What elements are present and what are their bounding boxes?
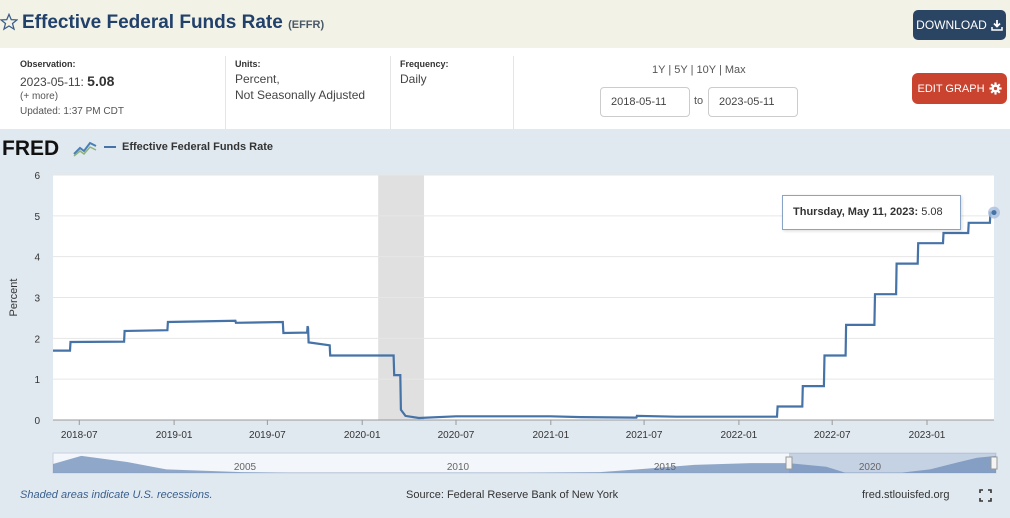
y-tick-label: 0 [34,416,40,427]
units-label: Units: [235,59,261,69]
units-line2: Not Seasonally Adjusted [235,88,366,102]
series-code: (EFFR) [288,19,325,31]
range-1y[interactable]: 1Y [652,64,665,76]
range-5y[interactable]: 5Y [674,64,687,76]
navigator-label: 2015 [654,462,677,473]
navigator-handle [785,456,793,470]
tooltip-date: Thursday, May 11, 2023: [793,206,919,218]
y-tick-label: 3 [34,294,40,305]
range-selector: 1Y | 5Y | 10Y | Max [652,64,746,76]
end-date-input[interactable]: 2023-05-11 [708,87,798,117]
page-header: Effective Federal Funds Rate (EFFR) DOWN… [0,0,1010,48]
navigator-selection [789,453,996,473]
navigator-label: 2020 [859,462,882,473]
site-link[interactable]: fred.stlouisfed.org [862,489,949,501]
svg-text:FRED: FRED [2,137,59,159]
download-label: DOWNLOAD [916,18,987,32]
x-tick-label: 2021-07 [626,430,663,441]
star-icon[interactable] [0,13,18,31]
edit-graph-button[interactable]: EDIT GRAPH [912,73,1007,104]
series-metadata: Observation: 2023-05-11: 5.08 (+ more) U… [0,48,1010,129]
y-tick-label: 1 [34,375,40,386]
navigator-label: 2010 [447,462,470,473]
frequency-label: Frequency: [400,59,449,69]
divider [513,56,514,129]
range-sep: | [690,64,694,76]
observation-value: 2023-05-11: 5.08 [20,73,124,89]
chart-legend: Effective Federal Funds Rate [104,141,273,153]
source-text: Source: Federal Reserve Bank of New York [406,489,619,501]
x-tick-label: 2019-01 [156,430,193,441]
navigator-handle [990,456,998,470]
y-tick-label: 2 [34,334,40,345]
edit-graph-label: EDIT GRAPH [917,82,985,95]
download-button[interactable]: DOWNLOAD [913,10,1006,40]
observation-date: 2023-05-11: [20,75,84,89]
x-tick-label: 2020-07 [438,430,475,441]
observation-label: Observation: [20,59,76,69]
units-block: Units: Percent, Not Seasonally Adjusted [235,59,365,140]
frequency-value: Daily [400,72,427,86]
observation-number: 5.08 [87,73,115,89]
legend-series-name: Effective Federal Funds Rate [122,141,273,153]
more-link[interactable]: (+ more) [20,89,124,104]
y-tick-label: 5 [34,212,40,223]
page-title: Effective Federal Funds Rate (EFFR) [22,12,324,34]
x-tick-label: 2022-01 [721,430,758,441]
legend-swatch [104,146,116,148]
range-sep: | [718,64,722,76]
y-axis-label: Percent [8,279,20,317]
x-tick-label: 2019-07 [249,430,286,441]
x-tick-label: 2020-01 [344,430,381,441]
download-icon [991,20,1003,31]
x-tick-label: 2022-07 [814,430,851,441]
x-tick-label: 2023-01 [909,430,946,441]
x-tick-label: 2018-07 [61,430,98,441]
range-sep: | [668,64,672,76]
to-label: to [694,95,704,107]
range-10y[interactable]: 10Y [697,64,716,76]
divider [390,56,391,129]
tooltip-value: 5.08 [921,206,943,218]
navigator-label: 2005 [234,462,257,473]
recession-note: Shaded areas indicate U.S. recessions. [20,489,213,501]
x-tick-label: 2021-01 [532,430,569,441]
updated-time: Updated: 1:37 PM CDT [20,106,124,117]
fullscreen-icon[interactable] [979,489,992,502]
y-tick-label: 6 [34,171,40,182]
series-title: Effective Federal Funds Rate [22,12,283,33]
units-line1: Percent, [235,72,280,86]
y-tick-label: 4 [34,253,40,264]
fred-logo: FRED [2,137,97,159]
divider [225,56,226,129]
hover-tooltip: Thursday, May 11, 2023: 5.08 [782,195,961,230]
frequency-block: Frequency: Daily [400,59,449,140]
hover-point [991,210,997,216]
range-max[interactable]: Max [725,64,746,76]
gear-icon [988,82,1002,95]
start-date-input[interactable]: 2018-05-11 [600,87,690,117]
observation-block: Observation: 2023-05-11: 5.08 (+ more) U… [20,59,124,140]
